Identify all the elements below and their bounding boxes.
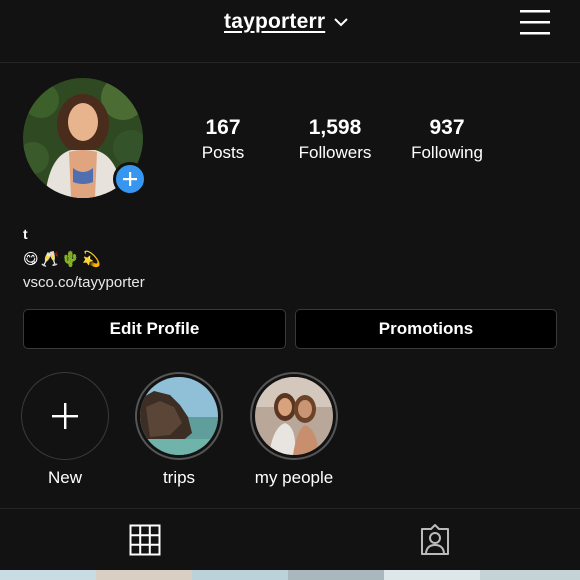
profile-name: t [23, 226, 28, 242]
add-story-button[interactable] [113, 162, 147, 196]
highlight-cover-image [140, 377, 218, 455]
highlight-trips[interactable]: trips [134, 372, 224, 488]
hamburger-menu-icon[interactable] [518, 8, 552, 36]
plus-icon [52, 403, 78, 429]
tab-tagged[interactable] [290, 509, 580, 571]
profile-bio: t 😋🥂🌵💫 vsco.co/tayyporter [23, 226, 145, 293]
posts-stat[interactable]: 167 Posts [163, 116, 283, 164]
highlight-ring[interactable] [250, 372, 338, 460]
highlight-label: my people [254, 468, 334, 487]
following-stat[interactable]: 937 Following [387, 116, 507, 164]
profile-username[interactable]: tayporterr [224, 10, 325, 34]
profile-header: tayporterr [0, 0, 580, 63]
chevron-down-icon[interactable] [333, 16, 349, 28]
promotions-button[interactable]: Promotions [295, 309, 557, 349]
photo-grid-preview[interactable] [0, 570, 580, 580]
bio-link[interactable]: vsco.co/tayyporter [23, 273, 145, 293]
plus-icon [123, 172, 137, 186]
following-label: Following [411, 143, 483, 162]
posts-label: Posts [201, 143, 245, 162]
bio-emojis: 😋🥂🌵💫 [23, 251, 103, 268]
highlight-label: trips [162, 468, 196, 487]
edit-profile-button[interactable]: Edit Profile [23, 309, 286, 349]
followers-count: 1,598 [308, 116, 362, 139]
tagged-person-icon [421, 524, 449, 555]
highlight-my-people[interactable]: my people [249, 372, 339, 488]
profile-tab-bar [0, 508, 580, 571]
followers-stat[interactable]: 1,598 Followers [275, 116, 395, 164]
highlight-ring[interactable] [135, 372, 223, 460]
highlight-new[interactable]: New [20, 372, 110, 488]
tab-grid[interactable] [0, 509, 290, 571]
highlight-label: New [47, 468, 82, 487]
new-highlight-circle[interactable] [21, 372, 109, 460]
highlight-cover-image [255, 377, 333, 455]
posts-count: 167 [205, 116, 241, 139]
account-switcher[interactable]: tayporterr [224, 10, 349, 34]
following-count: 937 [429, 116, 465, 139]
grid-icon [129, 524, 161, 556]
followers-label: Followers [298, 143, 372, 162]
